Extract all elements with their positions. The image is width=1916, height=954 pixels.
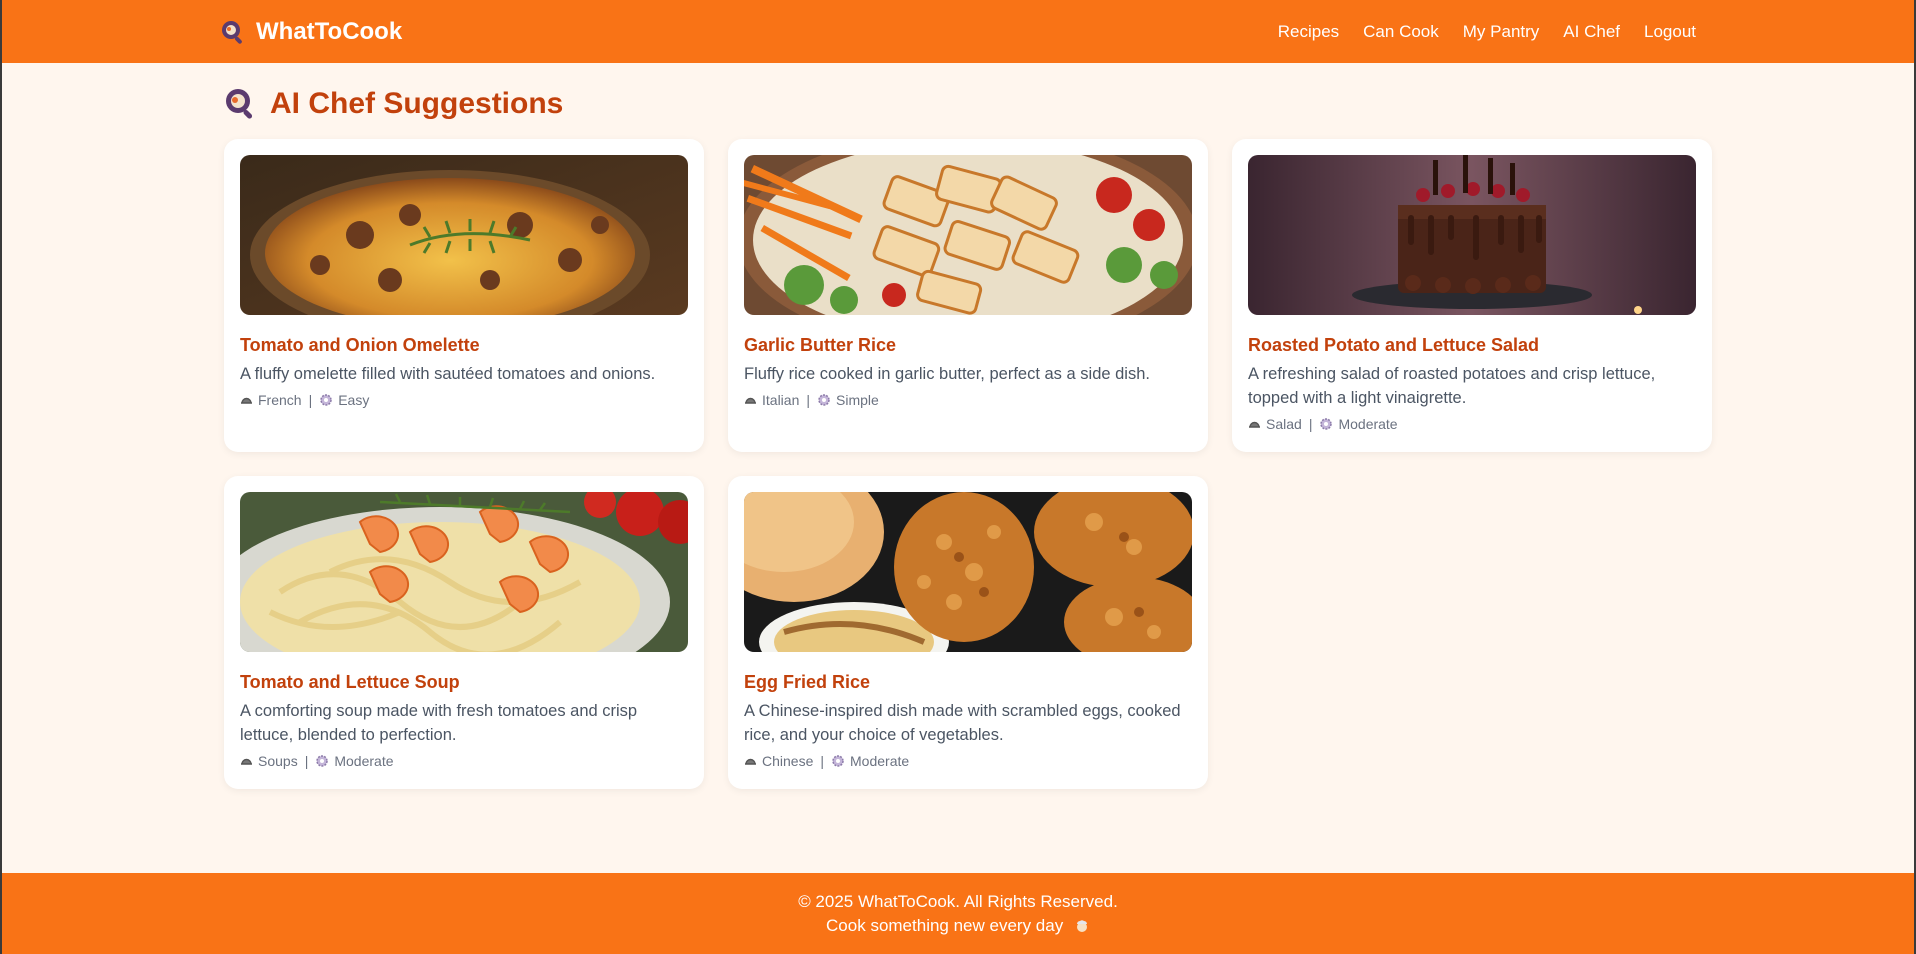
meta-separator: | — [308, 392, 313, 408]
chef-title-icon — [226, 89, 253, 119]
footer-tagline-row: Cook something new every day — [2, 916, 1914, 936]
recipe-card[interactable]: Tomato and Onion Omelette A fluffy omele… — [224, 139, 704, 452]
navbar: WhatToCook Recipes Can Cook My Pantry AI… — [2, 0, 1914, 63]
recipe-card[interactable]: Egg Fried Rice A Chinese-inspired dish m… — [728, 476, 1208, 789]
nav-my-pantry[interactable]: My Pantry — [1463, 22, 1540, 42]
chocolate-cake-image — [1248, 155, 1696, 315]
recipe-cuisine: Salad — [1266, 416, 1302, 432]
main-nav: Recipes Can Cook My Pantry AI Chef Logou… — [1278, 22, 1696, 42]
content-container: AI Chef Suggestions Tomato and Onion Ome… — [208, 87, 1712, 789]
shrimp-pasta-image — [240, 492, 688, 652]
recipe-difficulty: Moderate — [334, 753, 394, 769]
page-title-text: AI Chef Suggestions — [270, 87, 564, 120]
recipe-card[interactable]: Roasted Potato and Lettuce Salad A refre… — [1232, 139, 1712, 452]
shepherds-pie-image — [240, 155, 688, 315]
recipe-difficulty: Moderate — [1338, 416, 1398, 432]
recipe-cuisine: Soups — [258, 753, 298, 769]
recipe-meta: Chinese | Moderate — [744, 753, 1192, 769]
brand[interactable]: WhatToCook — [220, 18, 402, 46]
recipe-description: Fluffy rice cooked in garlic butter, per… — [744, 365, 1150, 383]
recipe-description: A fluffy omelette filled with sautéed to… — [240, 365, 656, 383]
cuisine-icon — [241, 758, 252, 765]
difficulty-gear-icon — [316, 755, 329, 767]
recipe-title[interactable]: Roasted Potato and Lettuce Salad — [1248, 335, 1696, 356]
recipe-description: A refreshing salad of roasted potatoes a… — [1248, 365, 1656, 407]
recipe-card[interactable]: Garlic Butter Rice Fluffy rice cooked in… — [728, 139, 1208, 452]
nav-logout[interactable]: Logout — [1644, 22, 1696, 42]
difficulty-gear-icon — [832, 755, 844, 767]
page-title: AI Chef Suggestions — [224, 87, 1696, 121]
recipe-meta: Italian | Simple — [744, 392, 1192, 408]
recipe-cuisine: French — [258, 392, 302, 408]
meta-separator: | — [806, 392, 810, 408]
recipe-title[interactable]: Egg Fried Rice — [744, 672, 1192, 693]
nav-can-cook[interactable]: Can Cook — [1363, 22, 1439, 42]
recipe-meta: Soups | Moderate — [240, 753, 688, 769]
brand-name: WhatToCook — [256, 17, 403, 45]
cuisine-icon — [745, 758, 756, 765]
fried-chicken-image — [744, 492, 1192, 652]
recipe-title[interactable]: Tomato and Lettuce Soup — [240, 672, 688, 693]
recipe-description: A Chinese-inspired dish made with scramb… — [744, 702, 1181, 744]
recipe-meta: French | Easy — [240, 392, 688, 408]
recipe-difficulty: Moderate — [850, 753, 910, 769]
nav-recipes[interactable]: Recipes — [1278, 22, 1339, 42]
navbar-inner: WhatToCook Recipes Can Cook My Pantry AI… — [208, 18, 1708, 46]
difficulty-gear-icon — [1320, 418, 1333, 430]
cuisine-icon — [1249, 421, 1260, 428]
nav-ai-chef[interactable]: AI Chef — [1563, 22, 1620, 42]
footer-tagline: Cook something new every day — [826, 915, 1064, 935]
difficulty-gear-icon — [320, 394, 332, 406]
meta-separator: | — [820, 753, 825, 769]
recipe-card[interactable]: Tomato and Lettuce Soup A comforting sou… — [224, 476, 704, 789]
cuisine-icon — [745, 397, 756, 404]
recipe-description: A comforting soup made with fresh tomato… — [240, 702, 638, 744]
cuisine-icon — [241, 397, 252, 404]
chef-logo-icon — [222, 20, 242, 44]
recipe-title[interactable]: Garlic Butter Rice — [744, 335, 1192, 356]
footer-copyright: © 2025 WhatToCook. All Rights Reserved. — [798, 891, 1118, 911]
chef-emoji-icon — [1076, 920, 1087, 933]
recipe-title[interactable]: Tomato and Onion Omelette — [240, 335, 688, 356]
chicken-salad-image — [744, 155, 1192, 315]
main-content: AI Chef Suggestions Tomato and Onion Ome… — [2, 63, 1914, 789]
recipe-meta: Salad | Moderate — [1248, 416, 1696, 432]
difficulty-gear-icon — [818, 394, 830, 406]
recipe-cuisine: Italian — [762, 392, 800, 408]
meta-separator: | — [304, 753, 309, 769]
recipe-cuisine: Chinese — [762, 753, 814, 769]
recipe-grid: Tomato and Onion Omelette A fluffy omele… — [224, 139, 1712, 789]
recipe-difficulty: Easy — [338, 392, 370, 408]
recipe-difficulty: Simple — [836, 392, 879, 408]
footer: © 2025 WhatToCook. All Rights Reserved. … — [2, 873, 1914, 954]
meta-separator: | — [1308, 416, 1313, 432]
